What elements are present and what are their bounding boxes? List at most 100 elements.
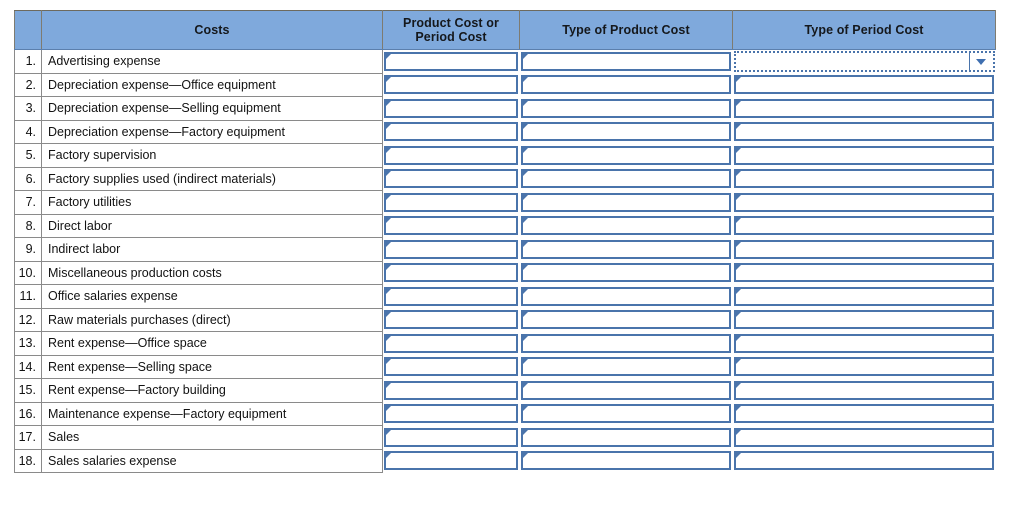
dropdown-type-of-product-cost[interactable] <box>520 404 731 424</box>
table-row: 7. Factory utilities <box>14 190 996 215</box>
dropdown-type-of-product-cost[interactable] <box>520 216 731 236</box>
row-number: 3. <box>14 96 42 121</box>
cell-product-or-period-cost <box>382 190 520 214</box>
dropdown-type-of-period-cost[interactable] <box>733 169 994 189</box>
dropdown-type-of-period-cost[interactable] <box>733 380 994 400</box>
dropdown-type-of-product-cost[interactable] <box>520 451 731 471</box>
dropdown-type-of-product-cost[interactable] <box>520 98 731 118</box>
dropdown-type-of-product-cost[interactable] <box>520 333 731 353</box>
dropdown-type-of-period-cost[interactable] <box>733 98 994 118</box>
cell-type-of-period-cost <box>732 167 996 191</box>
cost-label: Direct labor <box>41 214 383 238</box>
dropdown-type-of-product-cost[interactable] <box>520 75 731 95</box>
row-number: 8. <box>14 214 42 238</box>
cell-type-of-period-cost <box>732 190 996 214</box>
chevron-down-icon[interactable] <box>975 59 986 65</box>
cost-label: Rent expense—Factory building <box>41 378 383 403</box>
dropdown-product-or-period-cost[interactable] <box>384 75 518 95</box>
table-row: 16. Maintenance expense—Factory equipment <box>14 402 996 426</box>
cell-product-or-period-cost <box>382 96 520 120</box>
dropdown-product-or-period-cost[interactable] <box>384 333 518 353</box>
table-row: 6. Factory supplies used (indirect materi… <box>14 167 996 191</box>
dropdown-product-or-period-cost[interactable] <box>384 404 518 424</box>
row-number: 1. <box>14 49 42 74</box>
dropdown-type-of-product-cost[interactable] <box>520 169 731 189</box>
cost-label: Factory supplies used (indirect material… <box>41 167 383 191</box>
dropdown-type-of-product-cost[interactable] <box>520 263 731 283</box>
dropdown-product-or-period-cost[interactable] <box>384 145 518 165</box>
dropdown-type-of-period-cost[interactable] <box>733 310 994 330</box>
cell-type-of-product-cost <box>519 73 733 97</box>
classification-of-costs-table: Costs Product Cost or Period Cost Type o… <box>14 10 996 473</box>
dropdown-type-of-product-cost[interactable] <box>520 122 731 142</box>
dropdown-type-of-product-cost[interactable] <box>520 145 731 165</box>
header-product-or-period-cost-line1: Product Cost or <box>403 16 499 30</box>
dropdown-product-or-period-cost[interactable] <box>384 216 518 236</box>
cell-type-of-period-cost <box>732 331 996 355</box>
dropdown-type-of-product-cost[interactable] <box>520 239 731 259</box>
row-number: 2. <box>14 73 42 97</box>
dropdown-type-of-product-cost[interactable] <box>520 52 731 71</box>
dropdown-product-or-period-cost[interactable] <box>384 52 518 71</box>
dropdown-product-or-period-cost[interactable] <box>384 98 518 118</box>
dropdown-product-or-period-cost[interactable] <box>384 427 518 447</box>
dropdown-type-of-period-cost[interactable] <box>733 75 994 95</box>
dropdown-type-of-period-cost[interactable] <box>733 239 994 259</box>
dropdown-type-of-period-cost[interactable] <box>733 451 994 471</box>
row-number: 18. <box>14 449 42 473</box>
dropdown-type-of-product-cost[interactable] <box>520 286 731 306</box>
cell-type-of-product-cost <box>519 237 733 261</box>
dropdown-type-of-period-cost[interactable] <box>733 286 994 306</box>
dropdown-product-or-period-cost[interactable] <box>384 192 518 212</box>
dropdown-product-or-period-cost[interactable] <box>384 239 518 259</box>
cost-label: Factory supervision <box>41 143 383 168</box>
dropdown-type-of-period-cost[interactable] <box>733 122 994 142</box>
row-number: 12. <box>14 308 42 332</box>
table-header: Costs Product Cost or Period Cost Type o… <box>14 10 996 50</box>
cost-label: Depreciation expense—Office equipment <box>41 73 383 97</box>
cost-label: Sales <box>41 425 383 450</box>
row-number: 16. <box>14 402 42 426</box>
header-product-or-period-cost: Product Cost or Period Cost <box>382 10 520 50</box>
dropdown-product-or-period-cost[interactable] <box>384 380 518 400</box>
cost-label: Miscellaneous production costs <box>41 261 383 285</box>
dropdown-type-of-period-cost[interactable] <box>733 145 994 165</box>
cell-product-or-period-cost <box>382 284 520 308</box>
dropdown-product-or-period-cost[interactable] <box>384 310 518 330</box>
dropdown-type-of-product-cost[interactable] <box>520 380 731 400</box>
dropdown-product-or-period-cost[interactable] <box>384 169 518 189</box>
cell-type-of-product-cost <box>519 449 733 473</box>
table-row: 17. Sales <box>14 425 996 450</box>
cell-type-of-product-cost <box>519 331 733 355</box>
dropdown-type-of-period-cost[interactable] <box>733 333 994 353</box>
selected-dropdown-type-of-period-cost[interactable] <box>733 50 995 72</box>
dropdown-product-or-period-cost[interactable] <box>384 122 518 142</box>
dropdown-type-of-period-cost[interactable] <box>733 216 994 236</box>
dropdown-product-or-period-cost[interactable] <box>384 263 518 283</box>
dropdown-type-of-period-cost[interactable] <box>733 427 994 447</box>
cell-type-of-period-cost <box>732 261 996 285</box>
cell-product-or-period-cost <box>382 167 520 191</box>
dropdown-type-of-period-cost[interactable] <box>733 357 994 377</box>
table-row: 1. Advertising expense <box>14 49 996 74</box>
dropdown-product-or-period-cost[interactable] <box>384 451 518 471</box>
cell-type-of-product-cost <box>519 284 733 308</box>
cell-type-of-period-cost <box>732 96 996 120</box>
cell-type-of-product-cost <box>519 402 733 426</box>
dropdown-type-of-product-cost[interactable] <box>520 357 731 377</box>
cell-product-or-period-cost <box>382 261 520 285</box>
dropdown-type-of-product-cost[interactable] <box>520 427 731 447</box>
dropdown-type-of-product-cost[interactable] <box>520 310 731 330</box>
cell-type-of-product-cost <box>519 355 733 379</box>
dropdown-type-of-period-cost[interactable] <box>733 263 994 283</box>
dropdown-product-or-period-cost[interactable] <box>384 286 518 306</box>
dropdown-type-of-product-cost[interactable] <box>520 192 731 212</box>
dropdown-type-of-period-cost[interactable] <box>733 192 994 212</box>
table-row: 9. Indirect labor <box>14 237 996 262</box>
cell-product-or-period-cost <box>382 237 520 261</box>
cell-product-or-period-cost <box>382 378 520 402</box>
cost-label: Factory utilities <box>41 190 383 215</box>
dropdown-type-of-period-cost[interactable] <box>733 404 994 424</box>
row-number: 15. <box>14 378 42 403</box>
dropdown-product-or-period-cost[interactable] <box>384 357 518 377</box>
